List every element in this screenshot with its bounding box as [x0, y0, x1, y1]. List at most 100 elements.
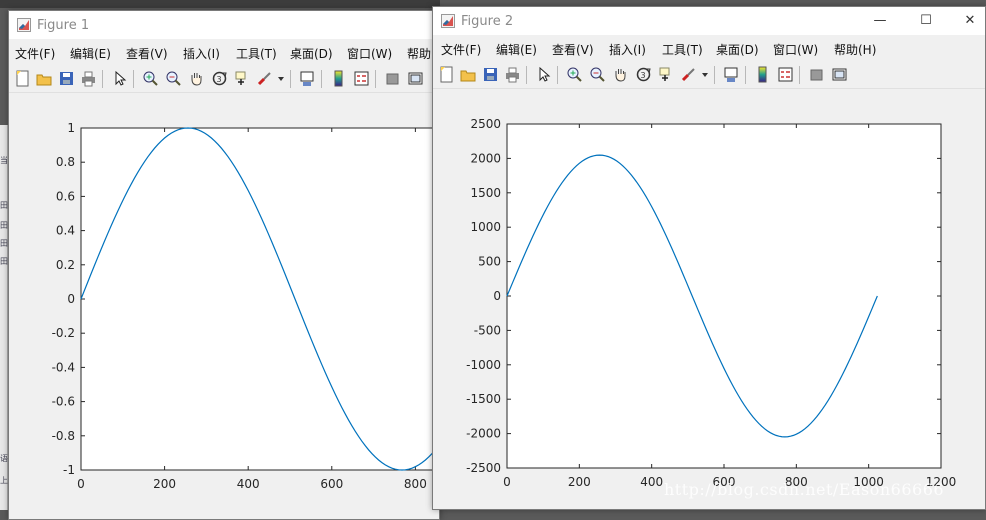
y-tick-label: 1000 [470, 220, 501, 234]
y-tick-label: -1 [63, 463, 75, 477]
x-tick-label: 0 [503, 475, 511, 489]
x-tick-label: 400 [640, 475, 663, 489]
y-tick-label: -0.4 [52, 360, 75, 374]
y-tick-label: -0.8 [52, 429, 75, 443]
y-tick-label: -2000 [466, 427, 501, 441]
y-tick-label: 1 [67, 121, 75, 135]
figure-1-window: Figure 1 文件(F) 编辑(E) 查看(V) 插入(I) 工具(T) 桌… [8, 10, 440, 520]
menu-edit[interactable]: 编辑(E) [496, 41, 537, 58]
menu-file[interactable]: 文件(F) [15, 45, 55, 62]
zoom-out-icon[interactable] [164, 69, 183, 88]
y-tick-label: -500 [474, 323, 501, 337]
data-cursor-icon[interactable] [233, 69, 252, 88]
save-icon[interactable] [57, 69, 76, 88]
y-tick-label: 0.6 [56, 189, 75, 203]
new-figure-icon[interactable] [13, 69, 32, 88]
toolbar-separator [321, 70, 322, 88]
title-bar[interactable]: Figure 1 [9, 11, 439, 39]
zoom-out-icon[interactable] [588, 65, 607, 84]
save-icon[interactable] [481, 65, 500, 84]
figure-toolbar: 3 [9, 65, 439, 93]
title-bar[interactable]: Figure 2 — ☐ ✕ [433, 7, 985, 35]
menu-view[interactable]: 查看(V) [126, 45, 168, 62]
x-tick-label: 600 [320, 477, 343, 491]
show-plot-tools-icon[interactable] [406, 69, 425, 88]
hide-plot-tools-icon[interactable] [807, 65, 826, 84]
menu-desktop[interactable]: 桌面(D) [290, 45, 333, 62]
figure-toolbar: 3 [433, 61, 985, 89]
background-window-titlebar [0, 0, 440, 8]
menu-help[interactable]: 帮助(H) [834, 41, 876, 58]
legend-icon[interactable] [776, 65, 795, 84]
link-plot-icon[interactable] [298, 69, 317, 88]
pointer-icon[interactable] [534, 65, 553, 84]
toolbar-separator [714, 66, 715, 84]
colorbar-icon[interactable] [329, 69, 348, 88]
menu-tools[interactable]: 工具(T) [236, 45, 277, 62]
background-glyph: 田 [0, 257, 8, 266]
hide-plot-tools-icon[interactable] [383, 69, 402, 88]
axes-1[interactable]: 0200400600800110.80.60.40.20-0.2-0.4-0.6… [9, 94, 440, 520]
colorbar-icon[interactable] [753, 65, 772, 84]
pointer-icon[interactable] [110, 69, 129, 88]
rotate-3d-icon[interactable]: 3 [210, 69, 229, 88]
x-tick-label: 800 [404, 477, 427, 491]
close-button[interactable]: ✕ [947, 7, 985, 35]
menu-window[interactable]: 窗口(W) [773, 41, 818, 58]
menu-view[interactable]: 查看(V) [552, 41, 594, 58]
background-window-panel: 当 田 田 田 田 语 上 [0, 125, 8, 510]
print-icon[interactable] [503, 65, 522, 84]
link-plot-icon[interactable] [722, 65, 741, 84]
menu-file[interactable]: 文件(F) [441, 41, 481, 58]
pan-icon[interactable] [187, 69, 206, 88]
y-tick-label: 2500 [470, 117, 501, 131]
open-file-icon[interactable] [459, 65, 478, 84]
y-tick-label: -1000 [466, 358, 501, 372]
plot-area: 0200400600800110.80.60.40.20-0.2-0.4-0.6… [9, 94, 439, 519]
menu-insert[interactable]: 插入(I) [183, 45, 220, 62]
pan-icon[interactable] [611, 65, 630, 84]
toolbar-separator [557, 66, 558, 84]
background-glyph: 当 [0, 156, 8, 165]
x-tick-label: 200 [153, 477, 176, 491]
axes-box [80, 127, 439, 471]
watermark: http://blog.csdn.net/Eason66666 [664, 480, 945, 499]
data-cursor-icon[interactable] [657, 65, 676, 84]
menu-desktop[interactable]: 桌面(D) [716, 41, 759, 58]
y-tick-label: 0 [67, 292, 75, 306]
legend-icon[interactable] [352, 69, 371, 88]
toolbar-separator [102, 70, 103, 88]
svg-text:3: 3 [217, 75, 222, 84]
axes-box [506, 123, 942, 469]
window-title: Figure 2 [461, 14, 514, 29]
background-glyph: 田 [0, 201, 8, 210]
new-figure-icon[interactable] [437, 65, 456, 84]
maximize-button[interactable]: ☐ [903, 7, 949, 35]
zoom-in-icon[interactable] [565, 65, 584, 84]
axes-2[interactable]: 0 200 400 600 800 1000 12002500200015001000500… [433, 90, 986, 510]
menu-bar: 文件(F) 编辑(E) 查看(V) 插入(I) 工具(T) 桌面(D) 窗口(W… [9, 39, 439, 65]
menu-help[interactable]: 帮助 [407, 45, 431, 62]
menu-edit[interactable]: 编辑(E) [70, 45, 111, 62]
y-tick-label: 500 [478, 255, 501, 269]
menu-window[interactable]: 窗口(W) [347, 45, 392, 62]
dropdown-arrow-icon[interactable] [272, 69, 291, 88]
y-tick-label: -0.2 [52, 326, 75, 340]
y-tick-label: -2500 [466, 461, 501, 475]
menu-tools[interactable]: 工具(T) [662, 41, 703, 58]
zoom-in-icon[interactable] [141, 69, 160, 88]
rotate-3d-icon[interactable]: 3 [634, 65, 653, 84]
print-icon[interactable] [79, 69, 98, 88]
matlab-icon [441, 14, 455, 28]
show-plot-tools-icon[interactable] [830, 65, 849, 84]
background-glyph: 田 [0, 221, 8, 230]
background-glyph: 语 [0, 454, 8, 463]
menu-insert[interactable]: 插入(I) [609, 41, 646, 58]
background-glyph: 上 [0, 476, 8, 485]
toolbar-separator [290, 70, 291, 88]
minimize-button[interactable]: — [857, 7, 903, 35]
toolbar-separator [799, 66, 800, 84]
open-file-icon[interactable] [35, 69, 54, 88]
dropdown-arrow-icon[interactable] [696, 65, 715, 84]
x-tick-label: 0 [77, 477, 85, 491]
